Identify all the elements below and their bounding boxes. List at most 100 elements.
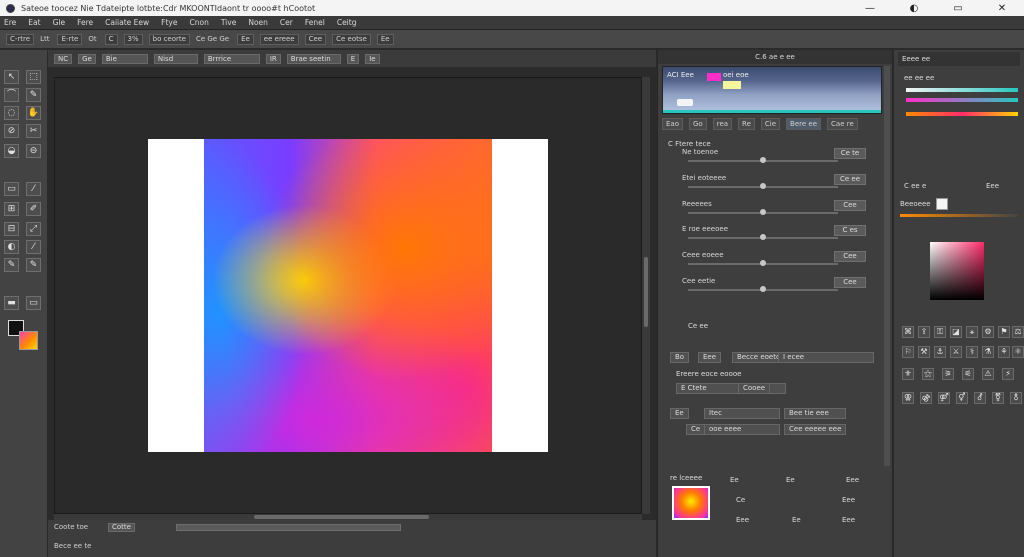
shape-tool-icon[interactable]: ▭ <box>26 296 41 310</box>
doc-field[interactable]: Brrrice <box>203 53 260 64</box>
opacity-field[interactable]: 3% <box>123 33 143 45</box>
brush-tool-icon[interactable]: ✎ <box>26 88 41 102</box>
grid-icon[interactable]: ⚐ <box>902 346 914 358</box>
menu-item[interactable]: Fere <box>77 18 93 27</box>
grid-icon[interactable]: ⚢ <box>902 392 914 404</box>
grid-icon[interactable]: ⚣ <box>920 392 932 404</box>
frame-tool-icon[interactable]: ⊟ <box>4 222 19 236</box>
lower-field[interactable]: Cooee <box>738 383 771 394</box>
document-canvas[interactable] <box>148 139 548 452</box>
grid-icon[interactable]: ⚗ <box>982 346 994 358</box>
rectangle-tool-icon[interactable]: ▭ <box>4 182 19 196</box>
hand-tool-icon[interactable]: ✋ <box>26 106 41 120</box>
color-field[interactable] <box>930 242 984 300</box>
grid-icon[interactable]: ⚹ <box>966 326 978 338</box>
panel-tab[interactable]: C.6 ae e ee <box>755 53 795 61</box>
layer-thumbnail[interactable] <box>672 486 710 520</box>
sub-tab[interactable]: Eao <box>662 118 683 130</box>
grid-icon[interactable]: ◪ <box>950 326 962 338</box>
sub-tab[interactable]: rea <box>712 118 733 130</box>
smudge-tool-icon[interactable]: ✎ <box>26 258 41 272</box>
close-button[interactable]: ✕ <box>980 0 1024 16</box>
gradient-bar[interactable] <box>906 88 1018 92</box>
grid-icon[interactable]: ⚦ <box>974 392 986 404</box>
current-color-swatch[interactable] <box>936 198 948 210</box>
grid-icon[interactable]: ⚧ <box>992 392 1004 404</box>
slider-value[interactable]: Cee <box>834 200 866 211</box>
text-tool-icon[interactable]: ▬ <box>4 296 19 310</box>
slider-knob[interactable] <box>760 183 766 189</box>
background-color-swatch[interactable] <box>19 331 38 350</box>
lower-field[interactable]: Itec <box>704 408 780 419</box>
grid-icon[interactable]: ⇪ <box>918 326 930 338</box>
grid-icon[interactable]: ⚜ <box>902 368 914 380</box>
slider-knob[interactable] <box>760 286 766 292</box>
grid-icon[interactable]: ⚝ <box>922 368 934 380</box>
transform-tool-icon[interactable]: ⤢ <box>26 222 41 236</box>
slider-knob[interactable] <box>760 260 766 266</box>
grid-icon[interactable]: ⚙ <box>982 326 994 338</box>
grid-icon[interactable]: ⚥ <box>956 392 968 404</box>
grid-icon[interactable]: ⚠ <box>982 368 994 380</box>
grid-icon[interactable]: ⚞ <box>942 368 954 380</box>
menu-item[interactable]: Ftye <box>161 18 177 27</box>
option-field[interactable]: ee ereee <box>259 33 299 45</box>
grid-icon[interactable]: ⚤ <box>938 392 950 404</box>
menu-item[interactable]: Gle <box>53 18 66 27</box>
lower-field[interactable]: ooe eeee <box>704 424 780 435</box>
slider-knob[interactable] <box>760 209 766 215</box>
canvas-area[interactable] <box>54 77 642 514</box>
navigator-preview[interactable]: ACI Eee oei eoe <box>662 66 882 114</box>
slider-knob[interactable] <box>760 234 766 240</box>
scrollbar-thumb[interactable] <box>254 515 429 519</box>
quick-select-icon[interactable]: ◌ <box>4 106 19 120</box>
marquee-tool-icon[interactable]: ⬚ <box>26 70 41 84</box>
grid-icon[interactable]: ⚓ <box>934 346 946 358</box>
option-field[interactable]: E-rte <box>57 33 83 45</box>
slider-value[interactable]: C es <box>834 225 866 236</box>
sub-tab[interactable]: Cae re <box>827 118 858 130</box>
lower-field[interactable]: Eee <box>698 352 722 363</box>
menu-item[interactable]: Ere <box>4 18 16 27</box>
grid-icon[interactable]: ⚘ <box>998 346 1010 358</box>
zoom-field[interactable]: Cotte <box>108 523 135 532</box>
doc-field[interactable]: Ge <box>78 53 96 64</box>
menu-item[interactable]: Eat <box>28 18 40 27</box>
doc-field[interactable]: E <box>346 53 360 64</box>
hue-slider[interactable] <box>900 214 1018 217</box>
grid-icon[interactable]: ⚑ <box>998 326 1010 338</box>
minimize-button[interactable]: — <box>848 0 892 16</box>
gradient-bar[interactable] <box>906 98 1018 102</box>
grid-icon[interactable]: ⚖ <box>1012 326 1024 338</box>
grid-tool-icon[interactable]: ⊞ <box>4 202 19 216</box>
pen-tool-icon[interactable]: ✎ <box>4 258 19 272</box>
lower-field[interactable]: Bee tie eee <box>784 408 846 419</box>
slider-knob[interactable] <box>760 157 766 163</box>
menu-item[interactable]: Tive <box>221 18 237 27</box>
doc-field[interactable]: Brae seetin <box>286 53 341 64</box>
lower-field[interactable]: Bo <box>670 352 690 363</box>
grid-icon[interactable]: ⌘ <box>902 326 914 338</box>
grid-icon[interactable]: ⚒ <box>918 346 930 358</box>
lower-field[interactable]: Ce <box>686 424 706 435</box>
doc-field[interactable]: NC <box>54 53 73 64</box>
sub-tab[interactable]: Re <box>738 118 755 130</box>
tool-preset-picker[interactable]: C-rtre <box>6 33 35 45</box>
vertical-scrollbar[interactable] <box>642 77 650 514</box>
sub-tab[interactable]: Go <box>689 118 707 130</box>
slider-value[interactable]: Ce te <box>834 148 866 159</box>
healing-tool-icon[interactable]: ◒ <box>4 144 19 158</box>
option-toggle[interactable]: C <box>104 33 118 45</box>
help-icon[interactable]: ◐ <box>892 0 936 16</box>
grid-icon[interactable]: ⚕ <box>966 346 978 358</box>
path-tool-icon[interactable]: ⁄ <box>26 240 41 254</box>
zoom-out-icon[interactable]: ⊖ <box>26 144 41 158</box>
dodge-tool-icon[interactable]: ◐ <box>4 240 19 254</box>
gradient-bar[interactable] <box>906 112 1018 116</box>
pencil-tool-icon[interactable]: ✐ <box>26 202 41 216</box>
grid-icon[interactable]: ⚿ <box>934 326 946 338</box>
lower-field[interactable]: Ee <box>670 408 689 419</box>
option-dropdown[interactable]: Ce eotse <box>332 33 371 45</box>
line-tool-icon[interactable]: ⁄ <box>26 182 41 196</box>
sub-tab[interactable]: Cie <box>760 118 781 130</box>
